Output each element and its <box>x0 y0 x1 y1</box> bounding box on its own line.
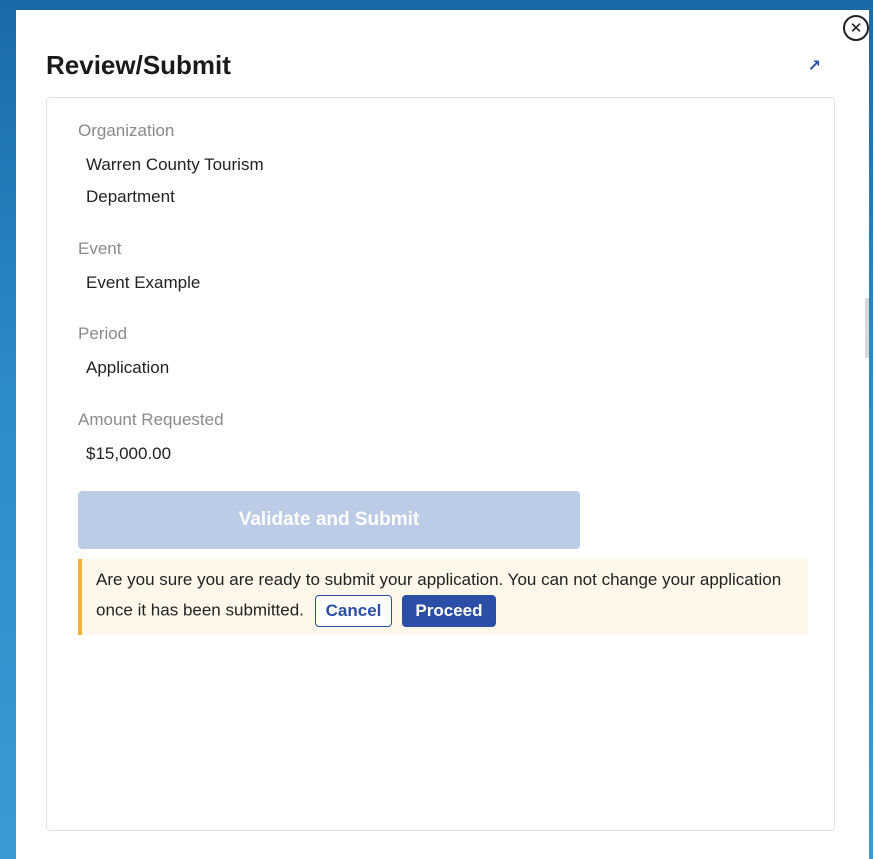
field-value: $15,000.00 <box>86 444 172 463</box>
close-icon: ✕ <box>849 20 863 37</box>
field-amount-requested: Amount Requested $15,000.00 <box>78 410 326 470</box>
field-organization: Organization Warren County Tourism Depar… <box>78 121 326 213</box>
field-label: Event <box>78 239 122 258</box>
review-card: Organization Warren County Tourism Depar… <box>46 97 835 831</box>
field-event: Event Event Example <box>78 239 326 299</box>
proceed-button[interactable]: Proceed <box>402 595 496 627</box>
review-submit-modal: ✕ Review/Submit ↗ Organization Warren Co… <box>16 10 869 859</box>
confirm-actions: Cancel Proceed <box>314 595 496 627</box>
field-label: Amount Requested <box>78 410 224 429</box>
field-label: Organization <box>78 121 175 140</box>
expand-arrow-icon[interactable]: ↗ <box>808 56 821 76</box>
field-period: Period Application <box>78 324 326 384</box>
field-label: Period <box>78 324 128 343</box>
validate-and-submit-button[interactable]: Validate and Submit <box>78 491 580 549</box>
confirm-submit-alert: Are you sure you are ready to submit you… <box>78 559 808 635</box>
field-value: Application <box>86 358 170 377</box>
close-button[interactable]: ✕ <box>843 15 869 41</box>
field-value: Warren County Tourism Department <box>86 155 264 206</box>
modal-header: Review/Submit ↗ <box>46 50 839 90</box>
scrollbar-thumb[interactable] <box>865 298 869 358</box>
page-title: Review/Submit <box>46 50 231 80</box>
cancel-button[interactable]: Cancel <box>314 595 393 627</box>
field-value: Event Example <box>86 273 201 292</box>
